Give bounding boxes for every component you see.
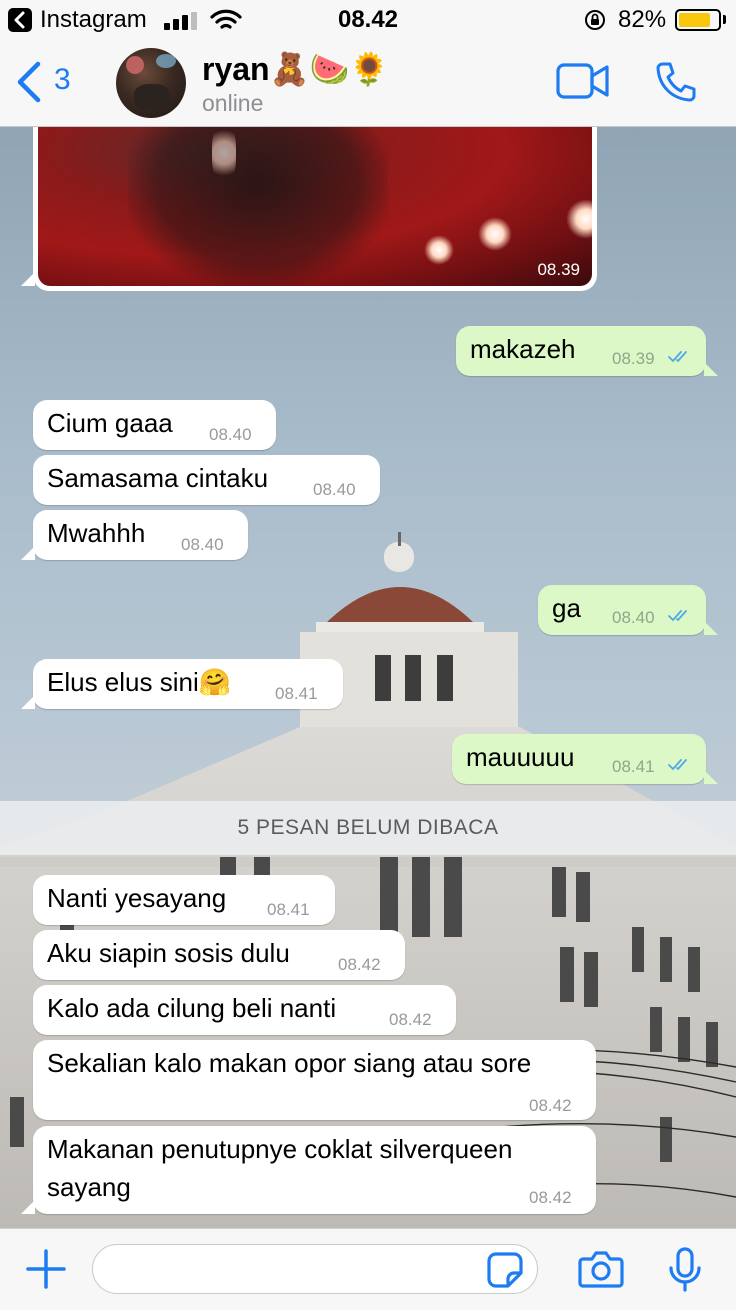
battery-percent: 82% (618, 6, 667, 33)
incoming-message[interactable]: Sekalian kalo makan opor siang atau sore… (33, 1040, 596, 1120)
message-time: 08.40 (313, 480, 356, 499)
outgoing-message[interactable]: mauuuuu 08.41 (452, 734, 718, 784)
message-time: 08.41 (267, 900, 310, 919)
message-input[interactable] (92, 1244, 538, 1294)
chat-area[interactable]: 08.39 makazeh 08.39 Cium gaaa 08.40 Sama… (0, 127, 736, 1228)
image-message[interactable]: 08.39 (21, 127, 597, 291)
message-text: Nanti yesayang (47, 883, 227, 913)
unread-chats-count: 3 (54, 63, 71, 96)
contact-name[interactable]: ryan🧸🍉🌻 (202, 50, 389, 88)
message-photo[interactable]: 08.39 (38, 127, 592, 286)
message-text: ga (552, 593, 581, 623)
message-time: 08.41 (275, 684, 318, 703)
message-text-line-2: sayang (47, 1172, 131, 1202)
contact-status: online (202, 90, 264, 116)
message-time: 08.40 (181, 535, 224, 554)
video-call-icon[interactable] (556, 62, 610, 100)
message-text: Cium gaaa (47, 408, 173, 438)
message-time: 08.39 (537, 260, 580, 279)
message-time: 08.42 (338, 955, 381, 974)
message-input-bar (0, 1228, 736, 1310)
message-time: 08.42 (529, 1096, 572, 1115)
read-receipt-icon (668, 759, 687, 771)
outgoing-message[interactable]: ga 08.40 (538, 585, 718, 635)
message-text: makazeh (470, 334, 576, 364)
read-receipt-icon (668, 610, 687, 622)
battery-icon (675, 9, 721, 31)
sticker-icon[interactable] (486, 1251, 524, 1289)
incoming-message[interactable]: Aku siapin sosis dulu 08.42 (33, 930, 405, 980)
incoming-message[interactable]: Nanti yesayang 08.41 (33, 875, 335, 925)
read-receipt-icon (668, 351, 687, 363)
camera-icon[interactable] (578, 1249, 624, 1289)
back-button[interactable]: 3 (14, 58, 84, 106)
message-time: 08.42 (389, 1010, 432, 1029)
message-time: 08.39 (612, 349, 655, 368)
message-text-line-1: Makanan penutupnye coklat silverqueen (47, 1134, 513, 1164)
avatar[interactable] (116, 48, 186, 118)
message-text: Kalo ada cilung beli nanti (47, 993, 337, 1023)
message-text: Sekalian kalo makan opor siang atau sore (47, 1048, 532, 1078)
plus-icon[interactable] (24, 1247, 68, 1291)
chevron-left-icon (17, 61, 41, 103)
incoming-message[interactable]: Elus elus sini🤗 08.41 (21, 659, 343, 709)
battery-cap (723, 15, 726, 24)
status-bar: Instagram 08.42 82% (0, 0, 736, 40)
microphone-icon[interactable] (668, 1247, 702, 1293)
incoming-message[interactable]: Cium gaaa 08.40 (33, 400, 276, 450)
message-text: mauuuuu (466, 742, 575, 772)
chat-header: 3 ryan🧸🍉🌻 online (0, 40, 736, 127)
message-text: Mwahhh (47, 518, 146, 548)
incoming-message[interactable]: Samasama cintaku 08.40 (33, 455, 380, 505)
message-time: 08.41 (612, 757, 655, 776)
incoming-message[interactable]: Kalo ada cilung beli nanti 08.42 (33, 985, 456, 1035)
message-text: Elus elus sini🤗 (47, 667, 232, 697)
message-time: 08.40 (612, 608, 655, 627)
incoming-message[interactable]: Mwahhh 08.40 (21, 510, 248, 560)
phone-call-icon[interactable] (654, 60, 698, 104)
message-text: Aku siapin sosis dulu (47, 938, 290, 968)
rotation-lock-icon (585, 10, 605, 30)
incoming-message[interactable]: Makanan penutupnye coklat silverqueen sa… (21, 1126, 596, 1214)
message-text: Samasama cintaku (47, 463, 269, 493)
outgoing-message[interactable]: makazeh 08.39 (456, 326, 718, 376)
message-time: 08.42 (529, 1188, 572, 1207)
unread-messages-banner: 5 PESAN BELUM DIBACA (0, 801, 736, 855)
message-time: 08.40 (209, 425, 252, 444)
